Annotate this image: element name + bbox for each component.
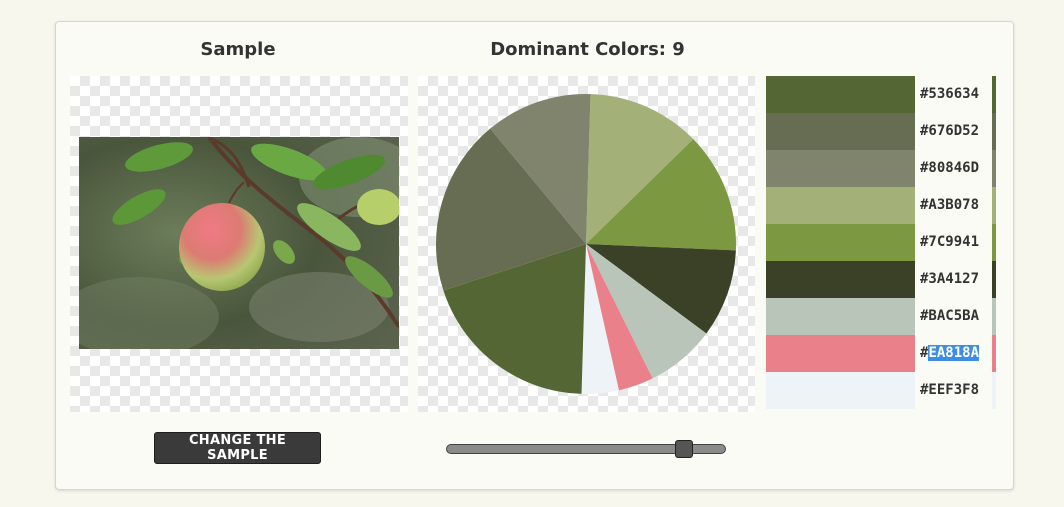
swatch-hex-code: #BAC5BA — [915, 298, 992, 335]
swatch-color[interactable] — [766, 187, 915, 224]
swatch-color[interactable] — [766, 113, 915, 150]
swatch-color[interactable] — [766, 261, 915, 298]
swatch-color[interactable] — [766, 150, 915, 187]
swatch-hex-code: #EA818A — [915, 335, 992, 372]
swatch-edge-strip — [992, 224, 996, 261]
swatch-color[interactable] — [766, 372, 915, 409]
dominant-colors-pie-chart — [436, 94, 736, 394]
swatch-row[interactable]: #676D52 — [766, 113, 996, 150]
swatch-edge-strip — [992, 372, 996, 409]
swatch-hex-code: #676D52 — [915, 113, 992, 150]
swatch-edge-strip — [992, 298, 996, 335]
swatch-edge-strip — [992, 187, 996, 224]
swatch-edge-strip — [992, 335, 996, 372]
dominant-colors-heading: Dominant Colors: 9 — [420, 39, 755, 60]
swatch-edge-strip — [992, 113, 996, 150]
color-extractor-card: Sample Dominant Colors: 9 #536634 #676D5… — [55, 21, 1014, 490]
swatch-color[interactable] — [766, 224, 915, 261]
change-sample-button[interactable]: CHANGE THE SAMPLE — [154, 432, 321, 464]
swatch-row[interactable]: #7C9941 — [766, 224, 996, 261]
sample-photo — [79, 137, 399, 349]
swatch-row[interactable]: #EEF3F8 — [766, 372, 996, 409]
swatch-edge-strip — [992, 261, 996, 298]
swatch-row[interactable]: #BAC5BA — [766, 298, 996, 335]
swatch-color[interactable] — [766, 335, 915, 372]
swatch-hex-code: #536634 — [915, 76, 992, 113]
swatch-row[interactable]: #EA818A — [766, 335, 996, 372]
swatch-hex-code: #A3B078 — [915, 187, 992, 224]
swatch-hex-code: #80846D — [915, 150, 992, 187]
swatch-hex-selected-text: EA818A — [928, 345, 980, 361]
swatch-edge-strip — [992, 76, 996, 113]
sample-heading: Sample — [200, 39, 276, 60]
sample-image-panel — [70, 76, 408, 412]
color-count-slider-thumb[interactable] — [674, 440, 693, 458]
dominant-colors-pie-panel — [418, 76, 755, 412]
swatch-row[interactable]: #536634 — [766, 76, 996, 113]
dominant-colors-count: 9 — [672, 39, 685, 60]
swatch-color[interactable] — [766, 298, 915, 335]
color-swatch-list: #536634 #676D52 #80846D #A3B078 #7C9941 #3A41… — [766, 76, 996, 409]
swatch-row[interactable]: #80846D — [766, 150, 996, 187]
swatch-color[interactable] — [766, 76, 915, 113]
apple-photo-image — [79, 137, 399, 349]
swatch-row[interactable]: #3A4127 — [766, 261, 996, 298]
swatch-hex-code: #7C9941 — [915, 224, 992, 261]
dominant-colors-label: Dominant Colors: — [490, 39, 666, 60]
swatch-edge-strip — [992, 150, 996, 187]
color-count-slider[interactable] — [446, 440, 726, 458]
swatch-hex-code: #3A4127 — [915, 261, 992, 298]
swatch-row[interactable]: #A3B078 — [766, 187, 996, 224]
swatch-hex-code: #EEF3F8 — [915, 372, 992, 409]
